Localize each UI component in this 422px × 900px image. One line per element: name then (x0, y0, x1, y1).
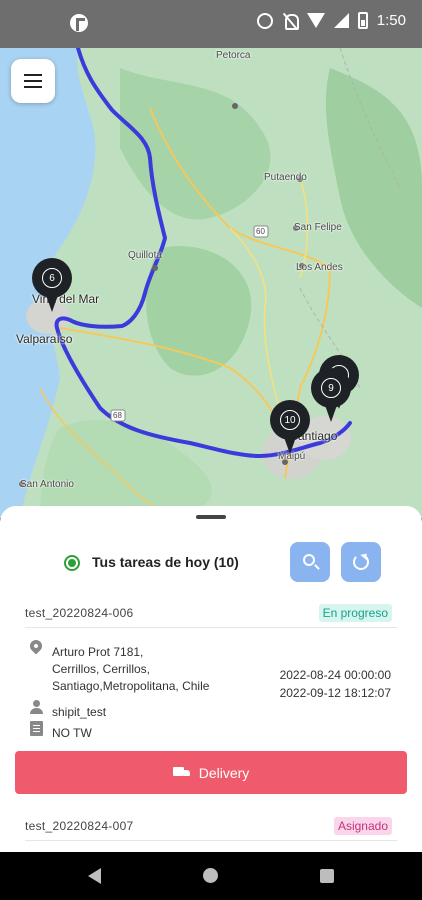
address-line: Arturo Prot 7181, (52, 645, 144, 659)
status-icons: 1:50 (256, 12, 406, 30)
status-badge: Asignado (333, 817, 392, 835)
marker-count: 10 (280, 410, 300, 430)
task-id: test_20220824-006 (25, 606, 134, 620)
map-label-san-felipe: San Felipe (294, 222, 342, 233)
menu-button[interactable] (11, 59, 55, 103)
battery-icon (357, 12, 368, 29)
user-icon (30, 700, 44, 714)
map-label-quillota: Quillota (128, 250, 162, 261)
map-label-los-andes: Los Andes (296, 262, 343, 273)
map-marker-cluster[interactable]: 6 (32, 258, 72, 314)
task-address: Arturo Prot 7181, Cerrillos, Cerrillos, … (52, 644, 272, 695)
search-icon (303, 554, 315, 566)
mute-icon (282, 13, 299, 30)
delivery-button-label: Delivery (198, 764, 250, 781)
address-line: Cerrillos, Cerrillos, (52, 662, 151, 676)
map-label-route-60: 60 (256, 227, 265, 236)
status-badge: En progreso (318, 604, 392, 622)
status-time: 1:50 (376, 12, 406, 29)
divider (25, 627, 397, 628)
system-nav-bar (0, 852, 422, 900)
location-pin-icon (27, 637, 45, 655)
refresh-icon (353, 554, 369, 570)
map-marker-cluster[interactable]: 10 (270, 400, 310, 456)
refresh-button[interactable] (341, 542, 381, 582)
map-label-putaendo: Putaendo (264, 172, 307, 183)
map-label-valparaiso: Valparaíso (16, 332, 73, 346)
task-user: shipit_test (52, 705, 107, 719)
task-date-start: 2022-08-24 00:00:00 (279, 668, 391, 682)
document-icon (30, 721, 43, 736)
divider (25, 840, 397, 841)
map-label-route-68: 68 (113, 411, 122, 420)
map-label-san-antonio: San Antonio (20, 479, 74, 490)
alarm-icon (256, 12, 273, 29)
delivery-button[interactable]: Delivery (15, 751, 407, 794)
recent-apps-icon[interactable] (320, 869, 334, 883)
tasks-header: Tus tareas de hoy (10) (0, 542, 422, 582)
app-notification-icon (70, 14, 88, 32)
marker-count: 9 (321, 378, 341, 398)
address-line: Santiago,Metropolitana, Chile (52, 679, 210, 693)
task-date-end: 2022-09-12 18:12:07 (279, 686, 391, 700)
home-icon[interactable] (203, 868, 218, 883)
back-icon[interactable] (88, 868, 101, 884)
marker-count: 6 (42, 268, 62, 288)
map-label-petorca: Petorca (216, 50, 251, 61)
map-marker-cluster[interactable]: 9 (311, 368, 351, 424)
task-time-window: NO TW (52, 726, 92, 740)
hamburger-icon (24, 80, 42, 82)
signal-icon (333, 13, 349, 28)
search-button[interactable] (290, 542, 330, 582)
tasks-bottom-sheet[interactable]: Tus tareas de hoy (10) test_20220824-006… (0, 506, 422, 852)
status-dot-icon (64, 555, 80, 571)
sheet-drag-handle[interactable] (196, 515, 226, 519)
map-view[interactable]: Petorca Putaendo San Felipe Los Andes Qu… (0, 48, 422, 518)
tasks-title: Tus tareas de hoy (10) (92, 554, 239, 570)
status-bar: 1:50 (0, 0, 422, 48)
task-id: test_20220824-007 (25, 819, 134, 833)
wifi-icon (306, 13, 325, 28)
delivery-truck-icon (172, 766, 191, 779)
